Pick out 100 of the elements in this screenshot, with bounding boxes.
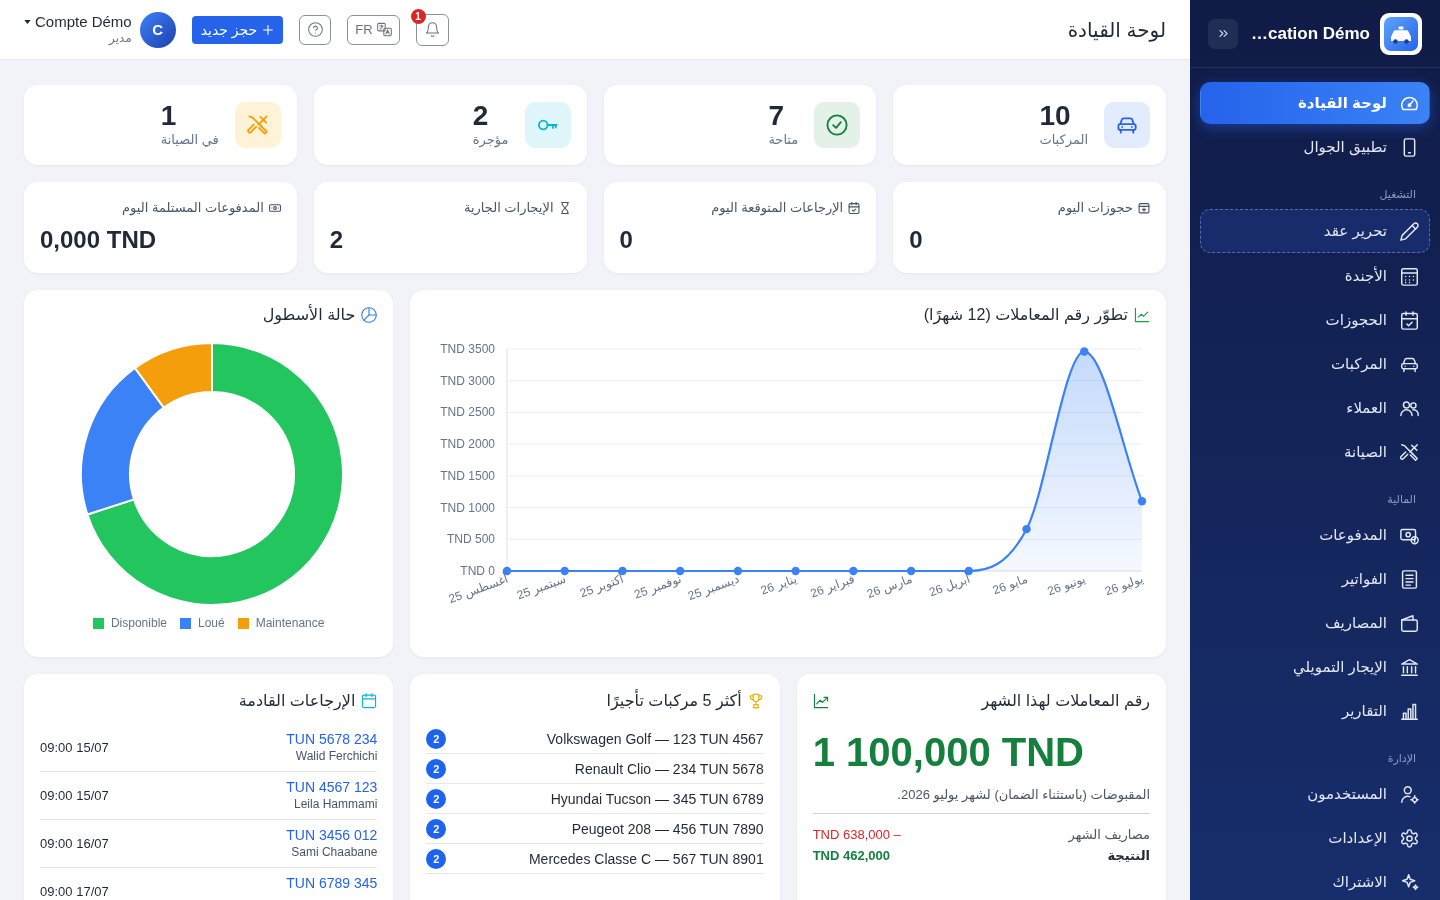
axis-label: 1000 TND xyxy=(440,500,495,515)
stat-label: مؤجرة xyxy=(472,131,509,149)
wallet-icon xyxy=(1400,613,1419,633)
swatch-icon xyxy=(237,617,249,629)
language-button[interactable]: FR xyxy=(347,14,400,45)
axis-label: ديسمبر 25 xyxy=(686,571,741,604)
vehicle-name: Hyundai Tucson — 345 TUN 6789 xyxy=(550,790,764,807)
settings-icon xyxy=(1400,828,1419,848)
return-time: 15/07 09:00 xyxy=(40,788,109,803)
axis-label: أبريل 26 xyxy=(927,571,972,600)
customer-name: Walid Ferchichi xyxy=(295,748,378,765)
axis-label: مارس 26 xyxy=(864,571,915,601)
section-heading: المالية xyxy=(1386,492,1417,507)
plate-link[interactable]: 234 TUN 5678 xyxy=(286,730,378,748)
key-icon xyxy=(524,102,571,148)
metric-value: 0 xyxy=(909,226,924,254)
return-time: 17/07 09:00 xyxy=(40,884,109,899)
summary-value: TND 638,000 – xyxy=(812,827,901,842)
nav-item[interactable]: الاشتراك xyxy=(1200,861,1430,900)
data-point xyxy=(1137,497,1147,506)
nav-item[interactable]: المدفوعات xyxy=(1200,514,1430,556)
plate-link[interactable]: 012 TUN 3456 xyxy=(286,826,378,844)
axis-label: مايو 26 xyxy=(990,571,1030,598)
vehicle-name: Renault Clio — 234 TUN 5678 xyxy=(574,760,764,777)
car-icon xyxy=(1104,102,1150,148)
collapse-button[interactable] xyxy=(1208,18,1238,49)
axis-label: سبتمبر 25 xyxy=(514,571,568,603)
help-icon xyxy=(307,22,323,37)
axis-label: يوليو 26 xyxy=(1102,571,1146,599)
axis-label: 2000 TND xyxy=(440,437,495,452)
metric-value: 0 xyxy=(619,226,634,254)
metric-value: 2 xyxy=(329,226,345,254)
nav-item[interactable]: المستخدمون xyxy=(1200,773,1430,815)
bank-icon xyxy=(1400,657,1419,677)
nav-item[interactable]: الصيانة xyxy=(1200,431,1430,473)
nav-item[interactable]: لوحة القيادة xyxy=(1200,82,1430,124)
people-icon xyxy=(1400,398,1419,418)
legend-label: Maintenance xyxy=(255,615,325,631)
vehicle-name: Volkswagen Golf — 123 TUN 4567 xyxy=(546,730,764,747)
swatch-icon xyxy=(180,617,191,629)
legend-label: Loué xyxy=(198,615,225,631)
calendar-grid-icon xyxy=(1400,266,1419,286)
nav-item[interactable]: تحرير عقد xyxy=(1200,209,1430,253)
card-title: رقم المعاملات لهذا الشهر xyxy=(981,691,1150,712)
nav-item[interactable]: الإيجار التمويلي xyxy=(1200,646,1430,688)
data-point xyxy=(906,566,916,576)
tools-icon xyxy=(234,102,281,148)
legend-label: Disponible xyxy=(110,615,167,631)
stat-label: في الصيانة xyxy=(160,131,219,149)
data-point xyxy=(791,566,800,576)
trophy-icon xyxy=(747,693,764,709)
trending-up-icon xyxy=(812,693,829,709)
summary-value: TND 462,000 xyxy=(812,848,890,863)
axis-label: نوفمبر 25 xyxy=(632,571,684,602)
axis-label: 2500 TND xyxy=(440,405,495,420)
swatch-icon xyxy=(92,617,104,629)
nav-item[interactable]: تطبيق الجوال xyxy=(1200,126,1430,168)
new-booking-button[interactable]: حجز جديد xyxy=(191,15,284,44)
vehicle-name: Peugeot 208 — 456 TUN 7890 xyxy=(571,820,764,837)
rental-count: 2 xyxy=(426,728,447,749)
nav-item[interactable]: المصاريف xyxy=(1200,602,1430,644)
user-name[interactable]: Compte Démo xyxy=(35,13,132,31)
axis-label: أكتوبر 25 xyxy=(577,571,626,601)
nav-item[interactable]: العملاء xyxy=(1200,387,1430,429)
tools-icon xyxy=(1400,442,1419,462)
calendar-check-icon xyxy=(848,202,861,214)
metric-label: المدفوعات المستلمة اليوم xyxy=(122,199,264,217)
data-point xyxy=(1080,347,1089,356)
stat-label: المركبات xyxy=(1039,131,1088,149)
calendar-check-icon xyxy=(1400,310,1419,330)
bell-icon xyxy=(424,22,440,37)
nav-item[interactable]: الإعدادات xyxy=(1200,817,1430,859)
stat-value: 2 xyxy=(472,101,489,131)
nav-item[interactable]: المركبات xyxy=(1200,343,1430,385)
nav-item[interactable]: التقارير xyxy=(1200,690,1430,732)
banknote-icon xyxy=(268,202,281,214)
nav-item[interactable]: الأجندة xyxy=(1200,255,1430,297)
pencil-icon xyxy=(1400,221,1419,241)
hourglass-icon xyxy=(558,202,571,214)
return-time: 15/07 09:00 xyxy=(40,740,109,755)
caret-icon xyxy=(24,20,31,24)
bar-chart-icon xyxy=(1400,701,1419,721)
plate-link[interactable]: 345 TUN 6789 xyxy=(286,874,378,892)
metric-label: الإيجارات الجارية xyxy=(463,199,554,217)
avatar: C xyxy=(139,11,176,48)
axis-label: 3500 TND xyxy=(440,342,495,356)
calendar-plus-icon xyxy=(1138,202,1150,214)
help-button[interactable] xyxy=(299,14,332,45)
card-title: أكثر 5 مركبات تأجيرًا xyxy=(606,690,742,712)
summary-label: مصاريف الشهر xyxy=(1068,827,1150,842)
nav-item[interactable]: الحجوزات xyxy=(1200,299,1430,341)
axis-label: فبراير 26 xyxy=(808,571,857,601)
nav-item[interactable]: الفواتير xyxy=(1200,558,1430,600)
line-chart-icon xyxy=(1134,307,1150,323)
axis-label: يونيو 26 xyxy=(1045,571,1088,599)
section-heading: الإدارة xyxy=(1386,751,1417,767)
chart-title: تطوّر رقم المعاملات (12 شهرًا) xyxy=(923,305,1128,326)
plate-link[interactable]: 123 TUN 4567 xyxy=(286,778,378,796)
axis-label: 1500 TND xyxy=(440,468,495,483)
rental-count: 2 xyxy=(426,788,447,809)
